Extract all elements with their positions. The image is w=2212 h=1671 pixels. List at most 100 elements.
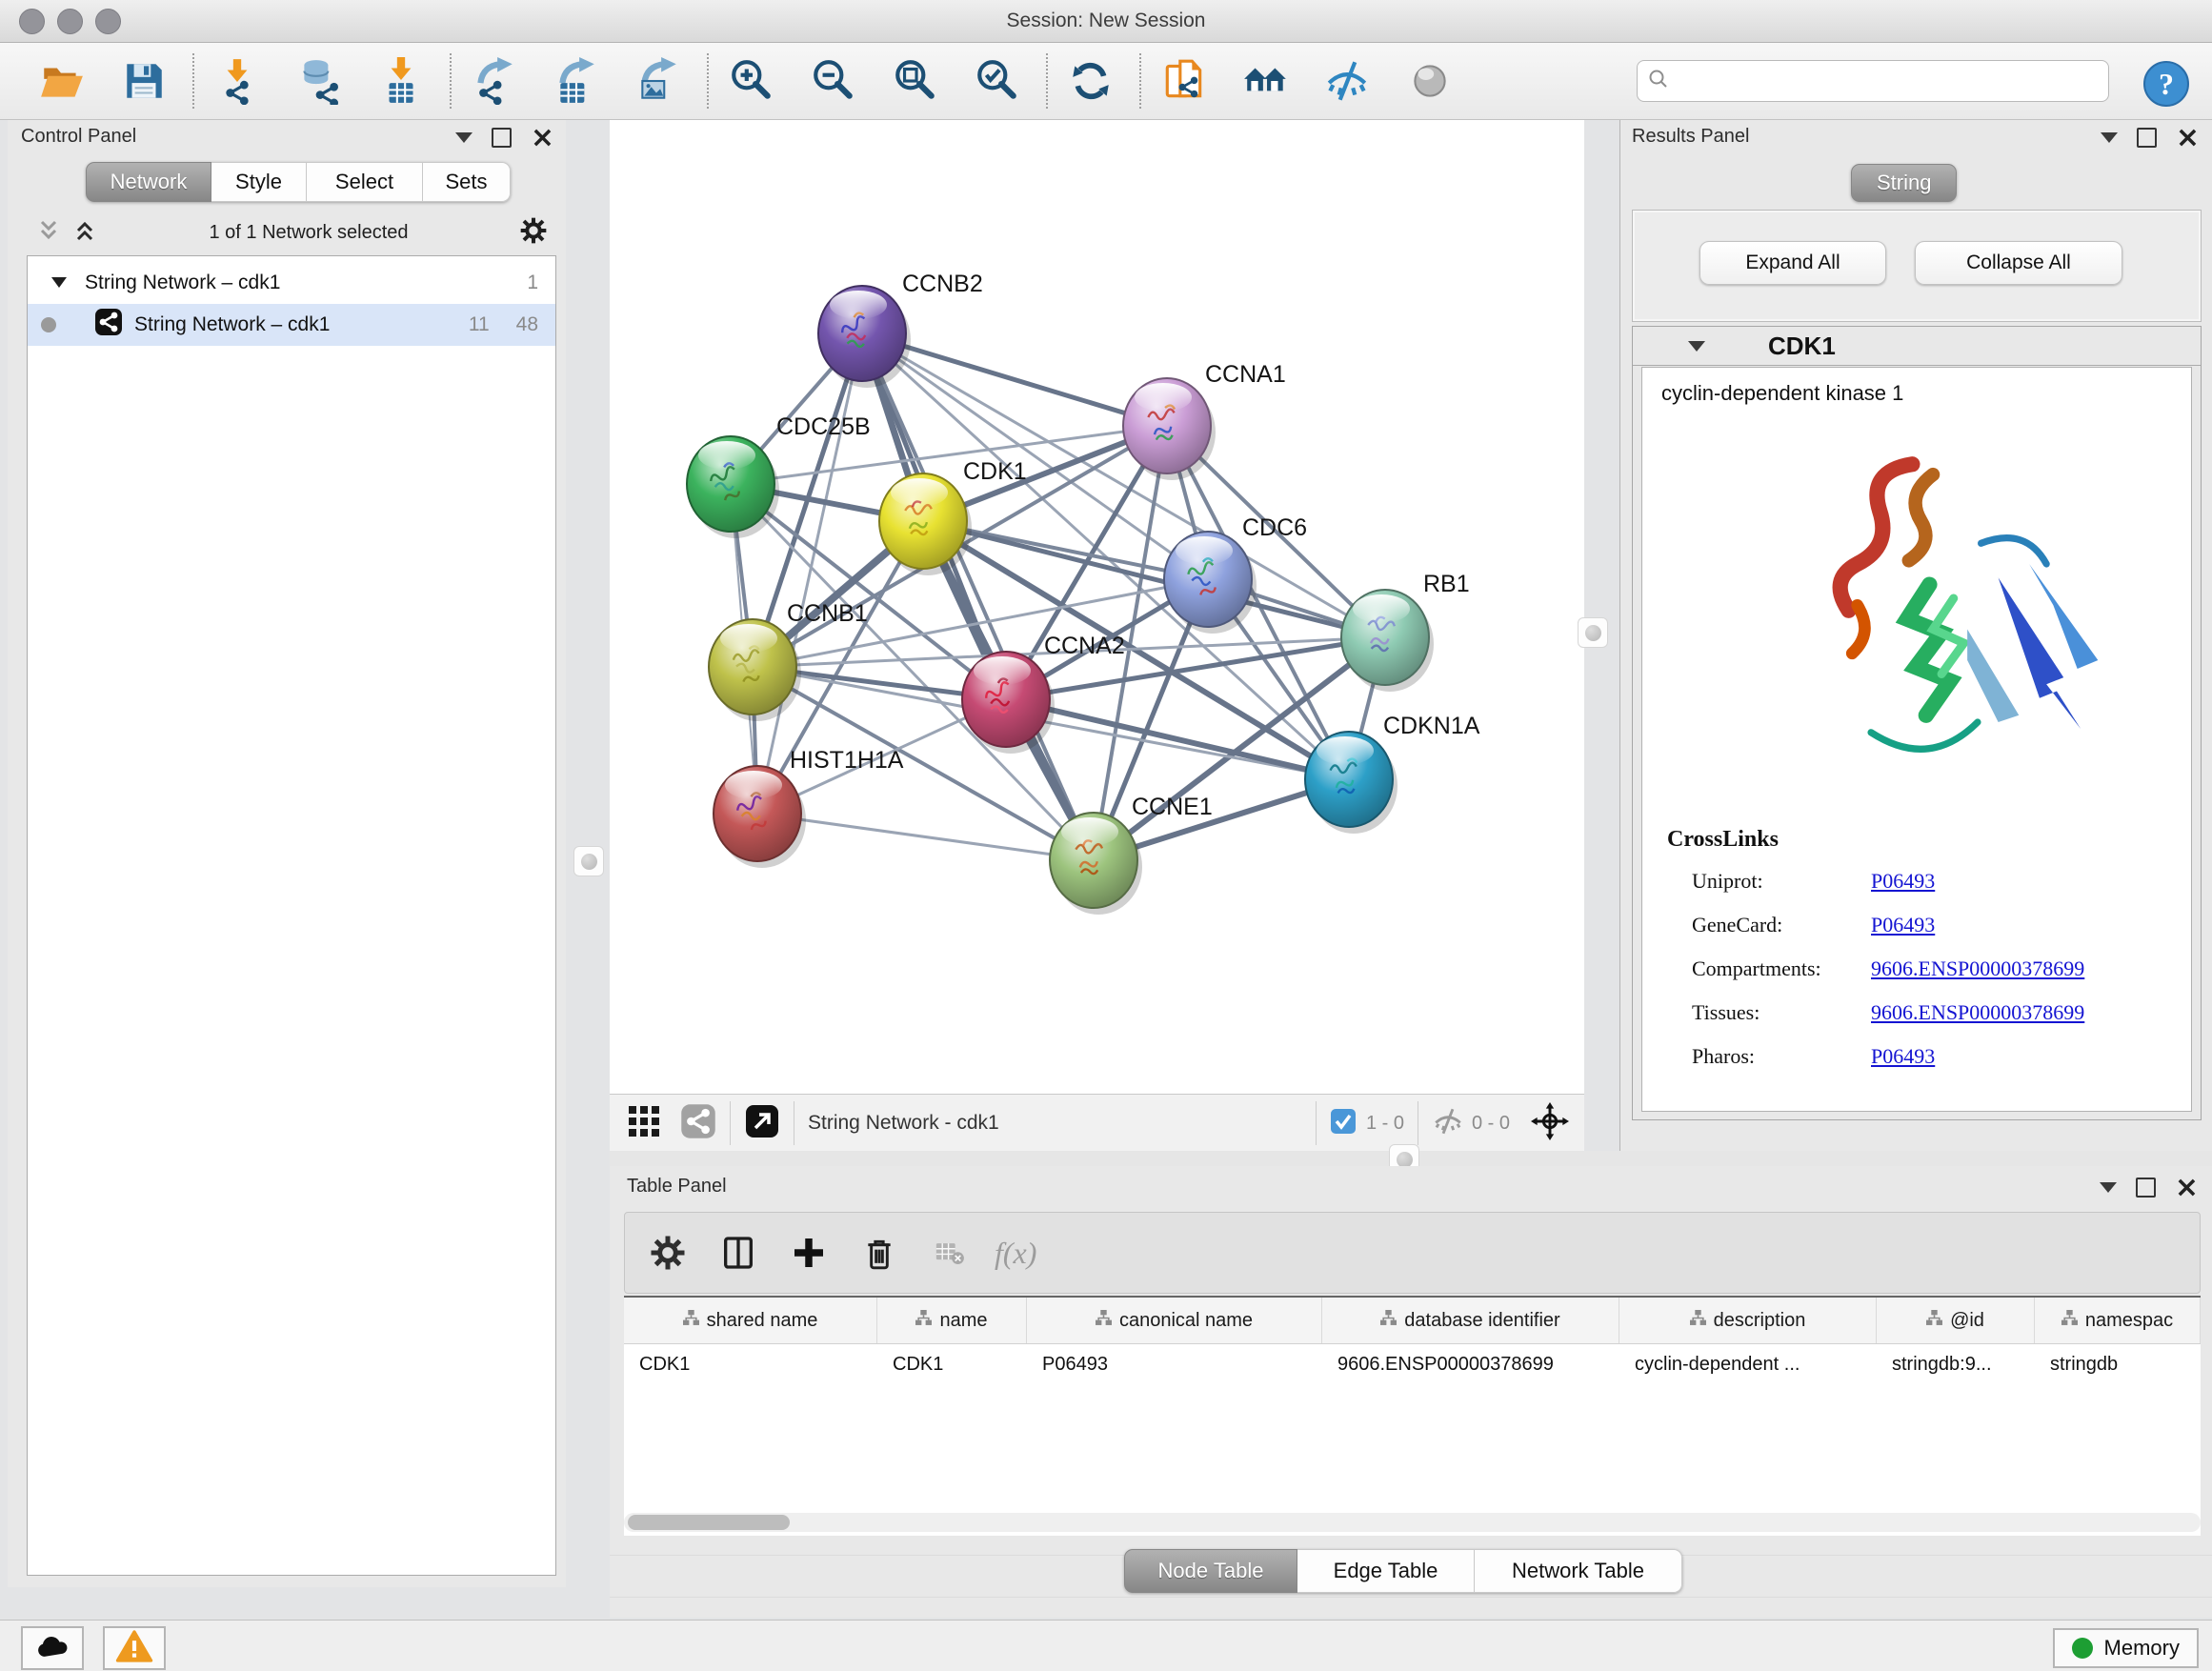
table-panel-close-icon[interactable]: × xyxy=(2175,1178,2199,1198)
show-all-icon[interactable] xyxy=(1402,51,1458,111)
collapse-all-button[interactable]: Collapse All xyxy=(1915,241,2122,285)
collapse-all-icon[interactable] xyxy=(34,216,63,250)
control-panel-menu-icon[interactable] xyxy=(455,132,473,143)
left-splitter-handle[interactable] xyxy=(573,846,604,876)
search-field[interactable] xyxy=(1637,60,2109,102)
zoom-out-icon[interactable] xyxy=(806,51,861,111)
zoom-selected-icon[interactable] xyxy=(970,51,1025,111)
column-header-@id[interactable]: @id xyxy=(1877,1298,2035,1343)
grid-view-icon[interactable] xyxy=(627,1104,661,1143)
crosslink-link[interactable]: P06493 xyxy=(1871,1044,1935,1069)
crosslink-link[interactable]: 9606.ENSP00000378699 xyxy=(1871,1000,2084,1025)
cloud-icon xyxy=(33,1632,71,1665)
tab-select[interactable]: Select xyxy=(307,162,423,202)
crosslink-link[interactable]: 9606.ENSP00000378699 xyxy=(1871,956,2084,981)
zoom-fit-icon[interactable] xyxy=(888,51,943,111)
network-node-CDKN1A[interactable]: CDKN1A xyxy=(1305,713,1480,834)
results-panel-close-icon[interactable]: × xyxy=(2176,129,2200,148)
table-row[interactable]: CDK1CDK1P064939606.ENSP00000378699cyclin… xyxy=(624,1344,2201,1384)
control-panel-float-icon[interactable] xyxy=(492,128,512,148)
table-cell[interactable]: CDK1 xyxy=(624,1354,877,1376)
table-panel-menu-icon[interactable] xyxy=(2100,1182,2117,1193)
import-network-file-icon[interactable] xyxy=(210,51,265,111)
crosslink-link[interactable]: P06493 xyxy=(1871,913,1935,937)
network-node-HIST1H1A[interactable]: HIST1H1A xyxy=(714,747,904,868)
memory-button[interactable]: Memory xyxy=(2053,1628,2199,1668)
node-label-CDC6: CDC6 xyxy=(1242,514,1307,541)
toolbar-divider xyxy=(192,53,194,109)
open-in-new-window-icon[interactable] xyxy=(744,1103,780,1144)
right-splitter-handle[interactable] xyxy=(1578,617,1608,648)
edge-CCNA2-CDKN1A[interactable] xyxy=(1006,699,1349,779)
search-input[interactable] xyxy=(1670,70,2108,93)
add-column-icon[interactable] xyxy=(783,1226,835,1279)
column-type-icon xyxy=(1096,1310,1112,1332)
column-header-description[interactable]: description xyxy=(1619,1298,1877,1343)
table-cell[interactable]: P06493 xyxy=(1027,1354,1322,1376)
column-header-shared-name[interactable]: shared name xyxy=(624,1298,877,1343)
scrollbar-thumb[interactable] xyxy=(628,1515,790,1530)
help-button[interactable]: ? xyxy=(2142,59,2191,113)
edge-HIST1H1A-CCNE1[interactable] xyxy=(757,814,1094,860)
table-cell[interactable]: stringdb xyxy=(2035,1354,2201,1376)
tree-expander-icon[interactable] xyxy=(50,272,68,294)
table-panel-float-icon[interactable] xyxy=(2136,1178,2156,1198)
network-node-CCNA1[interactable]: CCNA1 xyxy=(1123,361,1286,480)
network-options-gear-icon[interactable] xyxy=(518,215,549,251)
new-network-from-selection-icon[interactable] xyxy=(1156,51,1212,111)
cloud-button[interactable] xyxy=(21,1626,84,1670)
table-settings-gear-icon[interactable] xyxy=(642,1226,694,1279)
export-network-icon[interactable] xyxy=(467,51,522,111)
tab-node-table[interactable]: Node Table xyxy=(1124,1549,1297,1593)
network-row-selected[interactable]: String Network – cdk1 11 48 xyxy=(28,304,555,346)
table-cell[interactable]: 9606.ENSP00000378699 xyxy=(1322,1354,1619,1376)
title-bar: Session: New Session xyxy=(0,0,2212,43)
tab-network[interactable]: Network xyxy=(86,162,211,202)
column-header-name[interactable]: name xyxy=(877,1298,1027,1343)
node-label-CCNA2: CCNA2 xyxy=(1044,633,1125,659)
table-horizontal-scrollbar[interactable] xyxy=(624,1513,2201,1532)
tab-edge-table[interactable]: Edge Table xyxy=(1297,1549,1475,1593)
import-network-database-icon[interactable] xyxy=(292,51,347,111)
import-table-file-icon[interactable] xyxy=(373,51,429,111)
tab-network-table[interactable]: Network Table xyxy=(1475,1549,1682,1593)
tab-sets[interactable]: Sets xyxy=(423,162,511,202)
string-protein-query-icon[interactable] xyxy=(1238,51,1294,111)
zoom-in-icon[interactable] xyxy=(724,51,779,111)
network-collection-row[interactable]: String Network – cdk1 1 xyxy=(28,262,555,304)
column-header-database-identifier[interactable]: database identifier xyxy=(1322,1298,1619,1343)
table-cell[interactable]: stringdb:9... xyxy=(1877,1354,2035,1376)
show-columns-icon[interactable] xyxy=(713,1226,764,1279)
hidden-eye-slash-icon[interactable] xyxy=(1432,1105,1464,1142)
network-node-CDK1[interactable]: CDK1 xyxy=(879,458,1027,575)
network-view-icon[interactable] xyxy=(680,1103,716,1144)
fit-content-crosshair-icon[interactable] xyxy=(1531,1102,1569,1145)
table-cell[interactable]: cyclin-dependent ... xyxy=(1619,1354,1877,1376)
column-header-namespac[interactable]: namespac xyxy=(2035,1298,2201,1343)
warnings-button[interactable] xyxy=(103,1626,166,1670)
expand-all-button[interactable]: Expand All xyxy=(1699,241,1886,285)
control-panel-close-icon[interactable]: × xyxy=(531,129,554,148)
delete-column-trash-icon[interactable] xyxy=(854,1226,905,1279)
table-cell[interactable]: CDK1 xyxy=(877,1354,1027,1376)
results-panel-float-icon[interactable] xyxy=(2137,128,2157,148)
network-node-RB1[interactable]: RB1 xyxy=(1341,571,1470,692)
selected-checkbox-icon[interactable] xyxy=(1330,1108,1357,1139)
network-node-CCNB2[interactable]: CCNB2 xyxy=(818,271,983,388)
tab-string[interactable]: String xyxy=(1851,164,1957,202)
open-session-icon[interactable] xyxy=(34,51,90,111)
column-header-canonical-name[interactable]: canonical name xyxy=(1027,1298,1322,1343)
edge-CCNB2-CCNE1[interactable] xyxy=(862,333,1094,860)
gene-card-collapse-icon[interactable] xyxy=(1688,341,1705,352)
refresh-view-icon[interactable] xyxy=(1063,51,1118,111)
tab-style[interactable]: Style xyxy=(211,162,307,202)
export-image-icon[interactable] xyxy=(631,51,686,111)
export-table-icon[interactable] xyxy=(549,51,604,111)
results-panel-menu-icon[interactable] xyxy=(2101,132,2118,143)
hide-selected-icon[interactable] xyxy=(1320,51,1376,111)
network-canvas[interactable]: CCNB2CCNA1CDC25BCDK1CDC6RB1CCNB1CCNA2CDK… xyxy=(610,120,1584,1094)
expand-all-icon[interactable] xyxy=(70,216,99,250)
network-node-CDC6[interactable]: CDC6 xyxy=(1164,514,1307,634)
save-session-icon[interactable] xyxy=(116,51,171,111)
crosslink-link[interactable]: P06493 xyxy=(1871,869,1935,894)
